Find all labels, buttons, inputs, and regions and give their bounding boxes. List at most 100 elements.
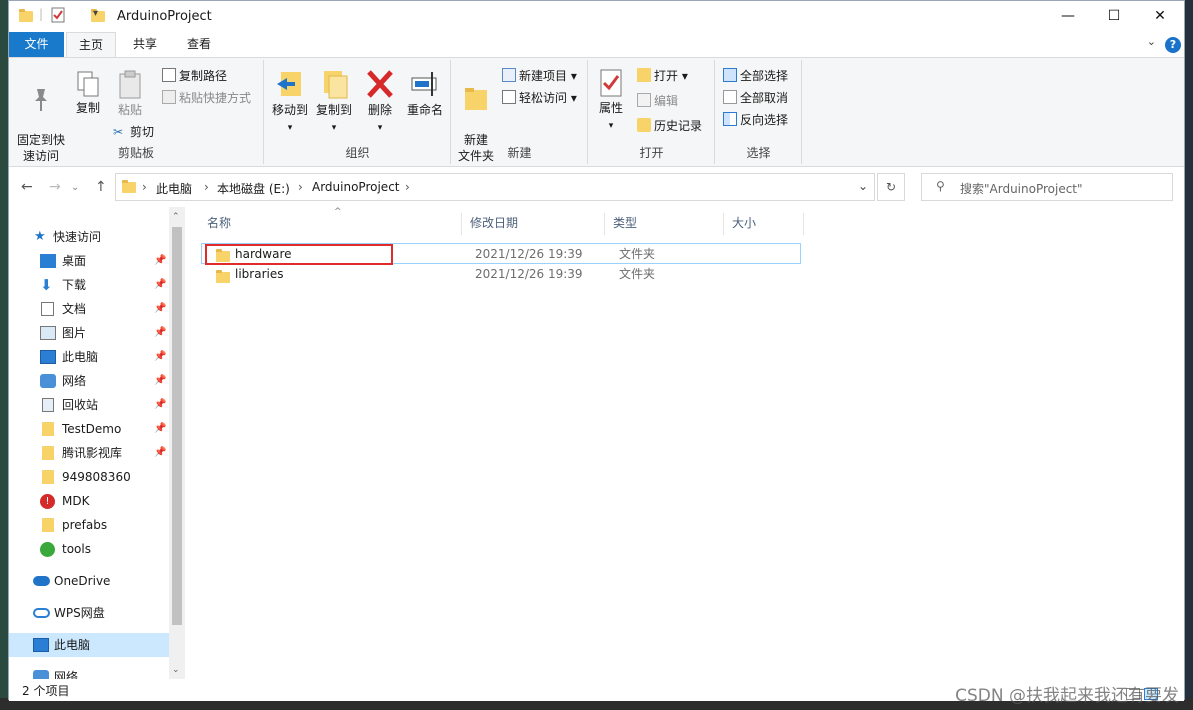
up-arrow-icon[interactable]: ↑ xyxy=(95,179,107,195)
cut-button[interactable]: ✂ 剪切 xyxy=(113,122,154,142)
group-open: 属性 ▾ 打开 ▾ 编辑 历史记录 打开 xyxy=(589,60,715,164)
file-row[interactable]: libraries 2021/12/26 19:39 文件夹 xyxy=(201,264,801,285)
pin-icon: 📌 xyxy=(154,255,167,266)
select-none-button[interactable]: 全部取消 xyxy=(723,88,788,108)
select-none-icon xyxy=(723,90,737,104)
minimize-button[interactable]: — xyxy=(1045,1,1091,32)
mdk-icon: ! xyxy=(40,494,55,509)
file-date: 2021/12/26 19:39 xyxy=(475,267,583,281)
nav-item-tencent-video[interactable]: 腾讯影视库 📌 xyxy=(9,441,169,465)
help-icon[interactable]: ? xyxy=(1165,37,1181,53)
tab-view[interactable]: 查看 xyxy=(175,32,223,57)
breadcrumb-separator: › xyxy=(204,180,209,194)
invert-selection-button[interactable]: 反向选择 xyxy=(723,110,788,130)
nav-item-mdk[interactable]: ! MDK xyxy=(9,489,169,513)
column-header-size[interactable]: 大小 xyxy=(724,213,804,235)
group-label-open: 打开 xyxy=(639,146,664,160)
group-clipboard: 固定到快 速访问 复制 粘贴 复制路径 粘贴快捷方式 ✂ 剪切 剪贴板 xyxy=(9,60,264,164)
nav-item-documents[interactable]: 文档 📌 xyxy=(9,297,169,321)
maximize-button[interactable]: ☐ xyxy=(1091,1,1137,32)
history-button[interactable]: 历史记录 xyxy=(637,116,702,136)
search-box[interactable]: ⚲ 搜索"ArduinoProject" xyxy=(921,173,1173,201)
nav-item-testdemo[interactable]: TestDemo 📌 xyxy=(9,417,169,441)
nav-item-tools[interactable]: tools xyxy=(9,537,169,561)
breadcrumb-local-disk[interactable]: 本地磁盘 (E:) xyxy=(217,180,290,197)
nav-onedrive[interactable]: OneDrive xyxy=(9,569,169,593)
refresh-button[interactable]: ↻ xyxy=(877,173,905,201)
nav-item-desktop[interactable]: 桌面 📌 xyxy=(9,249,169,273)
copy-path-button[interactable]: 复制路径 xyxy=(162,66,227,86)
forward-arrow-icon[interactable]: → xyxy=(49,179,61,195)
close-button[interactable]: ✕ xyxy=(1137,1,1183,32)
wps-cloud-icon xyxy=(33,608,50,618)
copy-to-icon xyxy=(324,71,348,99)
item-count: 2 个项目 xyxy=(22,684,70,698)
edit-button[interactable]: 编辑 xyxy=(637,91,678,111)
column-header-date[interactable]: 修改日期 xyxy=(462,213,605,235)
separator: | xyxy=(39,7,44,21)
rename-button[interactable]: 重命名 xyxy=(405,68,445,118)
scroll-down-icon[interactable]: ⌄ xyxy=(172,665,180,675)
group-label-organize: 组织 xyxy=(345,146,370,160)
download-icon: ⬇ xyxy=(40,276,53,294)
nav-scrollbar-thumb[interactable] xyxy=(172,227,182,625)
nav-wps-cloud[interactable]: WPS网盘 xyxy=(9,601,169,625)
tab-share[interactable]: 共享 xyxy=(121,32,169,57)
address-dropdown-icon[interactable]: ⌄ xyxy=(858,179,868,193)
easy-access-button[interactable]: 轻松访问 ▾ xyxy=(502,88,577,108)
paste-button[interactable]: 粘贴 xyxy=(113,70,147,118)
properties-quick-icon[interactable] xyxy=(51,7,65,26)
select-all-button[interactable]: 全部选择 xyxy=(723,66,788,86)
column-header-name[interactable]: 名称 xyxy=(199,213,462,235)
breadcrumb-separator: › xyxy=(405,180,410,194)
copy-button[interactable]: 复制 xyxy=(71,70,105,116)
nav-item-949808360[interactable]: 949808360 xyxy=(9,465,169,489)
delete-icon xyxy=(367,70,393,98)
nav-item-pictures[interactable]: 图片 📌 xyxy=(9,321,169,345)
group-select: 全部选择 全部取消 反向选择 选择 xyxy=(716,60,802,164)
rename-icon xyxy=(411,72,437,96)
nav-item-this-pc-pinned[interactable]: 此电脑 📌 xyxy=(9,345,169,369)
column-header-type[interactable]: 类型 xyxy=(605,213,724,235)
group-label-new: 新建 xyxy=(507,146,532,160)
red-annotation-box xyxy=(205,244,393,265)
breadcrumb-arduinoproject[interactable]: ArduinoProject xyxy=(312,180,400,194)
folder-icon xyxy=(42,422,54,436)
move-to-button[interactable]: 移动到 ▾ xyxy=(269,68,311,136)
desktop-icon xyxy=(40,254,56,268)
nav-item-network-pinned[interactable]: 网络 📌 xyxy=(9,369,169,393)
scroll-up-icon[interactable]: ⌃ xyxy=(172,212,180,222)
nav-network[interactable]: 网络 xyxy=(9,665,169,679)
open-button[interactable]: 打开 ▾ xyxy=(637,66,688,86)
file-explorer-window: | ▾ ArduinoProject — ☐ ✕ 文件 主页 共享 查看 ⌄ ?… xyxy=(8,0,1185,701)
window-title: ArduinoProject xyxy=(117,9,212,24)
new-item-button[interactable]: 新建项目 ▾ xyxy=(502,66,577,86)
nav-item-prefabs[interactable]: prefabs xyxy=(9,513,169,537)
copy-to-button[interactable]: 复制到 ▾ xyxy=(313,68,355,136)
search-icon: ⚲ xyxy=(936,179,945,193)
nav-this-pc[interactable]: 此电脑 xyxy=(9,633,169,657)
folder-icon xyxy=(19,9,33,22)
breadcrumb-separator: › xyxy=(298,180,303,194)
paste-shortcut-button[interactable]: 粘贴快捷方式 xyxy=(162,88,251,108)
delete-button[interactable]: 删除 ▾ xyxy=(363,68,397,136)
file-type: 文件夹 xyxy=(619,267,656,281)
quick-access-toolbar-dropdown-icon[interactable]: ▾ xyxy=(93,8,98,19)
computer-icon xyxy=(40,350,56,364)
tools-icon xyxy=(40,542,55,557)
pin-icon: 📌 xyxy=(154,375,167,386)
back-arrow-icon[interactable]: ← xyxy=(21,179,33,195)
nav-item-downloads[interactable]: ⬇ 下载 📌 xyxy=(9,273,169,297)
recent-locations-icon[interactable]: ⌄ xyxy=(71,182,79,193)
collapse-ribbon-icon[interactable]: ⌄ xyxy=(1147,35,1156,48)
copy-icon xyxy=(77,71,99,97)
cloud-icon xyxy=(33,576,50,586)
breadcrumb-this-pc[interactable]: 此电脑 xyxy=(156,180,192,197)
navigation-bar: ← → ⌄ ↑ › 此电脑 › 本地磁盘 (E:) › ArduinoProje… xyxy=(9,171,1184,203)
properties-button[interactable]: 属性 ▾ xyxy=(593,68,629,134)
nav-quick-access[interactable]: ★ 快速访问 xyxy=(9,225,169,249)
tab-home[interactable]: 主页 xyxy=(66,32,116,57)
nav-item-recycle-bin[interactable]: 回收站 📌 xyxy=(9,393,169,417)
address-bar[interactable]: › 此电脑 › 本地磁盘 (E:) › ArduinoProject › ⌄ xyxy=(115,173,875,201)
tab-file[interactable]: 文件 xyxy=(9,32,64,57)
